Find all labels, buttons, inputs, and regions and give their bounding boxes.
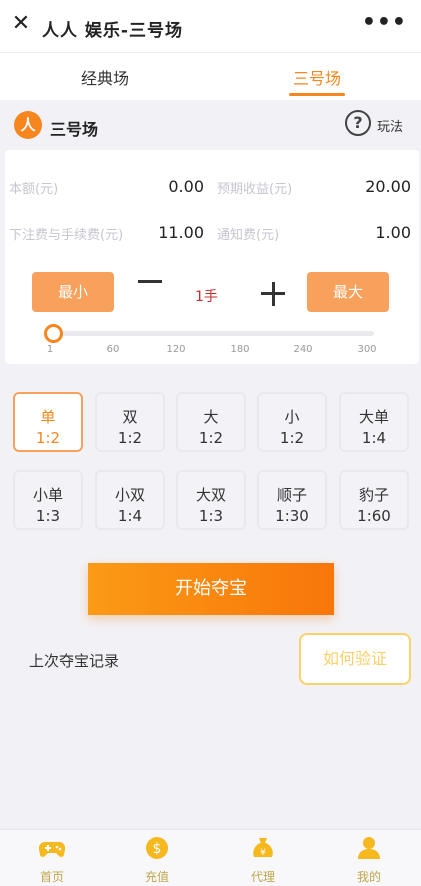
page-title: 人人 娱乐-三号场 [42, 21, 183, 41]
min-button[interactable]: 最小 [32, 272, 114, 312]
slider-tick: 1 [46, 344, 54, 355]
bet-odds: 1:2 [35, 429, 61, 447]
last-record-link[interactable]: 上次夺宝记录 [29, 650, 119, 671]
slider-tick: 120 [166, 344, 186, 355]
slider-tick: 60 [106, 344, 120, 355]
bet-option-straight[interactable]: 顺子 1:30 [257, 470, 327, 530]
help-icon[interactable]: ? [345, 110, 371, 136]
expected-income-value: 20.00 [365, 177, 411, 196]
bet-odds: 1:2 [279, 429, 305, 447]
principal-value: 0.00 [168, 177, 204, 196]
moneybag-icon: ¥ [253, 838, 273, 858]
bet-odds: 1:4 [361, 429, 387, 447]
bet-option-big-even[interactable]: 大双 1:3 [176, 470, 246, 530]
nav-label: 首页 [39, 870, 64, 884]
user-icon [358, 837, 380, 859]
start-button[interactable]: 开始夺宝 [88, 563, 334, 615]
nav-label: 我的 [356, 870, 381, 884]
nav-recharge[interactable]: $ 充值 [127, 836, 187, 885]
fee-value: 11.00 [158, 223, 204, 242]
rules-link[interactable]: 玩法 [377, 116, 403, 135]
close-icon[interactable]: ✕ [10, 13, 32, 35]
room-header: 人 三号场 ? 玩法 [0, 104, 421, 146]
bet-name: 小单 [32, 486, 63, 504]
slider-tick: 240 [293, 344, 313, 355]
nav-label: 充值 [144, 870, 169, 884]
bet-name: 单 [40, 408, 56, 426]
bet-option-small-odd[interactable]: 小单 1:3 [13, 470, 83, 530]
bet-option-big-odd[interactable]: 大单 1:4 [339, 392, 409, 452]
tab-classic[interactable]: 经典场 [35, 65, 175, 89]
bet-option-even[interactable]: 双 1:2 [95, 392, 165, 452]
svg-text:¥: ¥ [260, 848, 266, 858]
bet-odds: 1:30 [275, 507, 309, 525]
fee-label: 下注费与手续费(元) [9, 228, 124, 243]
bottom-nav: 首页 $ 充值 ¥ 代理 我的 [0, 829, 421, 886]
plus-icon-vertical[interactable] [271, 282, 275, 306]
how-to-verify-button[interactable]: 如何验证 [299, 633, 411, 685]
bet-option-small-even[interactable]: 小双 1:4 [95, 470, 165, 530]
nav-label: 代理 [250, 870, 275, 884]
bet-option-odd[interactable]: 单 1:2 [13, 392, 83, 452]
quantity-slider[interactable] [52, 331, 374, 336]
bet-name: 小双 [114, 486, 145, 504]
slider-tick: 180 [230, 344, 250, 355]
bet-odds: 1:3 [198, 507, 224, 525]
minus-icon[interactable] [138, 280, 162, 283]
bet-name: 小 [284, 408, 300, 426]
gamepad-icon [38, 841, 66, 857]
bet-odds: 1:2 [198, 429, 224, 447]
slider-handle[interactable] [44, 324, 63, 343]
nav-agent[interactable]: ¥ 代理 [233, 836, 293, 885]
bet-option-triple[interactable]: 豹子 1:60 [339, 470, 409, 530]
bet-odds: 1:4 [117, 507, 143, 525]
bet-option-big[interactable]: 大 1:2 [176, 392, 246, 452]
room-name: 三号场 [50, 120, 99, 139]
expected-income-label: 预期收益(元) [217, 182, 293, 197]
notify-fee-value: 1.00 [375, 223, 411, 242]
tab-bar: 经典场 三号场 [0, 52, 421, 100]
quantity-value: 1手 [195, 289, 218, 305]
bet-name: 大 [203, 408, 219, 426]
notify-fee-label: 通知费(元) [217, 228, 280, 243]
coin-icon: $ [146, 837, 168, 859]
bet-name: 顺子 [276, 486, 307, 504]
bet-name: 大双 [195, 486, 226, 504]
max-button[interactable]: 最大 [307, 272, 389, 312]
tab-room-three[interactable]: 三号场 [247, 65, 387, 89]
principal-label: 本额(元) [9, 182, 59, 197]
nav-home[interactable]: 首页 [22, 836, 82, 885]
bet-odds: 1:3 [35, 507, 61, 525]
room-logo: 人 [14, 111, 42, 139]
svg-text:$: $ [153, 841, 162, 857]
more-options-icon[interactable]: ••• [362, 10, 407, 35]
bet-name: 大单 [358, 408, 389, 426]
bet-odds: 1:60 [357, 507, 391, 525]
bet-odds: 1:2 [117, 429, 143, 447]
nav-profile[interactable]: 我的 [339, 836, 399, 885]
slider-tick: 300 [357, 344, 377, 355]
title-bar: ✕ 人人 娱乐-三号场 ••• [0, 0, 421, 52]
bet-name: 豹子 [358, 486, 389, 504]
bet-option-small[interactable]: 小 1:2 [257, 392, 327, 452]
bet-name: 双 [122, 408, 138, 426]
active-tab-indicator [289, 93, 345, 96]
